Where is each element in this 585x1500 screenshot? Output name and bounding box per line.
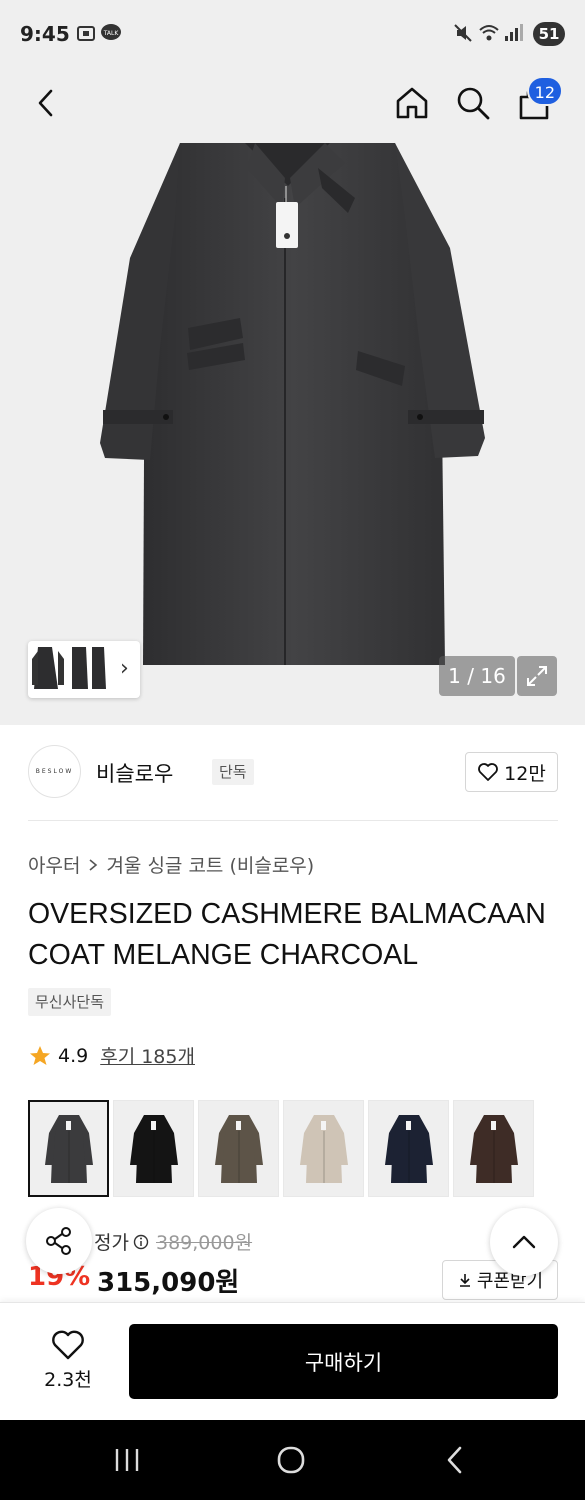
coat-image bbox=[100, 143, 485, 665]
product-image-gallery[interactable] bbox=[0, 138, 585, 725]
search-button[interactable] bbox=[450, 80, 496, 126]
kakaotalk-icon: TALK bbox=[100, 22, 122, 44]
rating-score: 4.9 bbox=[58, 1044, 89, 1067]
download-icon bbox=[459, 1274, 470, 1287]
brand-like-count: 12만 bbox=[504, 762, 546, 785]
heart-icon bbox=[52, 1330, 84, 1359]
home-icon bbox=[396, 87, 428, 119]
breadcrumb-category[interactable]: 아우터 bbox=[28, 851, 80, 878]
color-option-coat-icon bbox=[469, 1114, 518, 1183]
back-icon bbox=[447, 1446, 462, 1474]
buy-button[interactable]: 구매하기 bbox=[129, 1324, 558, 1399]
thumbnail-chevron-icon[interactable]: › bbox=[120, 656, 129, 681]
bottom-action-bar: 2.3천 구매하기 bbox=[0, 1302, 585, 1420]
system-navigation-bar bbox=[0, 1420, 585, 1500]
brand-exclusive-tag: 단독 bbox=[212, 759, 254, 785]
divider bbox=[28, 820, 558, 821]
share-icon bbox=[46, 1227, 71, 1255]
wishlist-count: 2.3천 bbox=[44, 1368, 92, 1391]
color-option[interactable] bbox=[28, 1100, 109, 1197]
back-button[interactable] bbox=[24, 80, 70, 126]
color-option[interactable] bbox=[113, 1100, 194, 1197]
sale-price: 315,090원 bbox=[97, 1268, 240, 1298]
color-option-coat-icon bbox=[384, 1114, 433, 1183]
color-option-coat-icon bbox=[129, 1114, 178, 1183]
share-button[interactable] bbox=[26, 1208, 92, 1274]
heart-icon bbox=[478, 763, 499, 781]
price-label-text: 정가 bbox=[94, 1232, 129, 1254]
image-counter: 1 / 16 bbox=[439, 656, 515, 696]
system-back-button[interactable] bbox=[430, 1438, 480, 1482]
breadcrumb: 아우터 겨울 싱글 코트 (비슬로우) bbox=[28, 851, 314, 878]
color-option-coat-icon bbox=[44, 1114, 93, 1183]
expand-icon bbox=[527, 666, 547, 686]
status-bar: 9:45 TALK 51 bbox=[0, 0, 585, 68]
mute-icon bbox=[452, 22, 474, 44]
home-button[interactable] bbox=[389, 80, 435, 126]
rating-row: 4.9 후기 185개 bbox=[28, 1042, 195, 1069]
signal-icon bbox=[502, 22, 524, 44]
price-label: 정가 bbox=[94, 1228, 149, 1255]
cart-count-badge: 12 bbox=[526, 76, 563, 106]
review-link[interactable]: 후기 185개 bbox=[100, 1042, 195, 1069]
scroll-top-button[interactable] bbox=[490, 1208, 558, 1276]
expand-button[interactable] bbox=[517, 656, 557, 696]
color-option[interactable] bbox=[368, 1100, 449, 1197]
original-price: 389,000원 bbox=[156, 1232, 253, 1254]
system-home-button[interactable] bbox=[266, 1438, 316, 1482]
breadcrumb-subcategory[interactable]: 겨울 싱글 코트 (비슬로우) bbox=[106, 851, 314, 878]
exclusive-tag: 무신사단독 bbox=[28, 988, 112, 1016]
product-title: OVERSIZED CASHMERE BALMACAAN COAT MELANG… bbox=[28, 898, 546, 971]
color-option-coat-icon bbox=[214, 1114, 263, 1183]
color-option[interactable] bbox=[283, 1100, 364, 1197]
brand-row[interactable]: BESLOW 비슬로우 단독 12만 bbox=[28, 745, 558, 801]
color-options bbox=[28, 1100, 538, 1198]
chevron-right-icon bbox=[89, 858, 98, 871]
wishlist-button[interactable]: 2.3천 bbox=[28, 1325, 108, 1395]
recent-apps-button[interactable] bbox=[102, 1438, 152, 1482]
cart-button[interactable]: 12 bbox=[511, 76, 563, 126]
search-icon bbox=[457, 87, 490, 120]
status-time: 9:45 bbox=[20, 22, 70, 46]
recent-apps-icon bbox=[115, 1449, 139, 1471]
color-option[interactable] bbox=[198, 1100, 279, 1197]
wifi-icon bbox=[478, 22, 500, 44]
screenshot-icon bbox=[75, 22, 97, 44]
gallery-thumbnail-strip[interactable]: › bbox=[28, 641, 140, 698]
top-navigation: 12 bbox=[0, 68, 585, 218]
circle-home-icon bbox=[277, 1446, 305, 1474]
back-icon bbox=[38, 89, 53, 117]
battery-indicator: 51 bbox=[533, 22, 565, 46]
kakao-label: TALK bbox=[103, 30, 120, 37]
color-option[interactable] bbox=[453, 1100, 534, 1197]
info-icon[interactable] bbox=[133, 1234, 149, 1250]
brand-name[interactable]: 비슬로우 bbox=[96, 758, 173, 788]
star-icon bbox=[30, 1045, 50, 1065]
brand-logo[interactable]: BESLOW bbox=[28, 745, 81, 798]
color-option-coat-icon bbox=[299, 1114, 348, 1183]
brand-like-button[interactable]: 12만 bbox=[465, 752, 558, 792]
chevron-up-icon bbox=[512, 1235, 536, 1249]
